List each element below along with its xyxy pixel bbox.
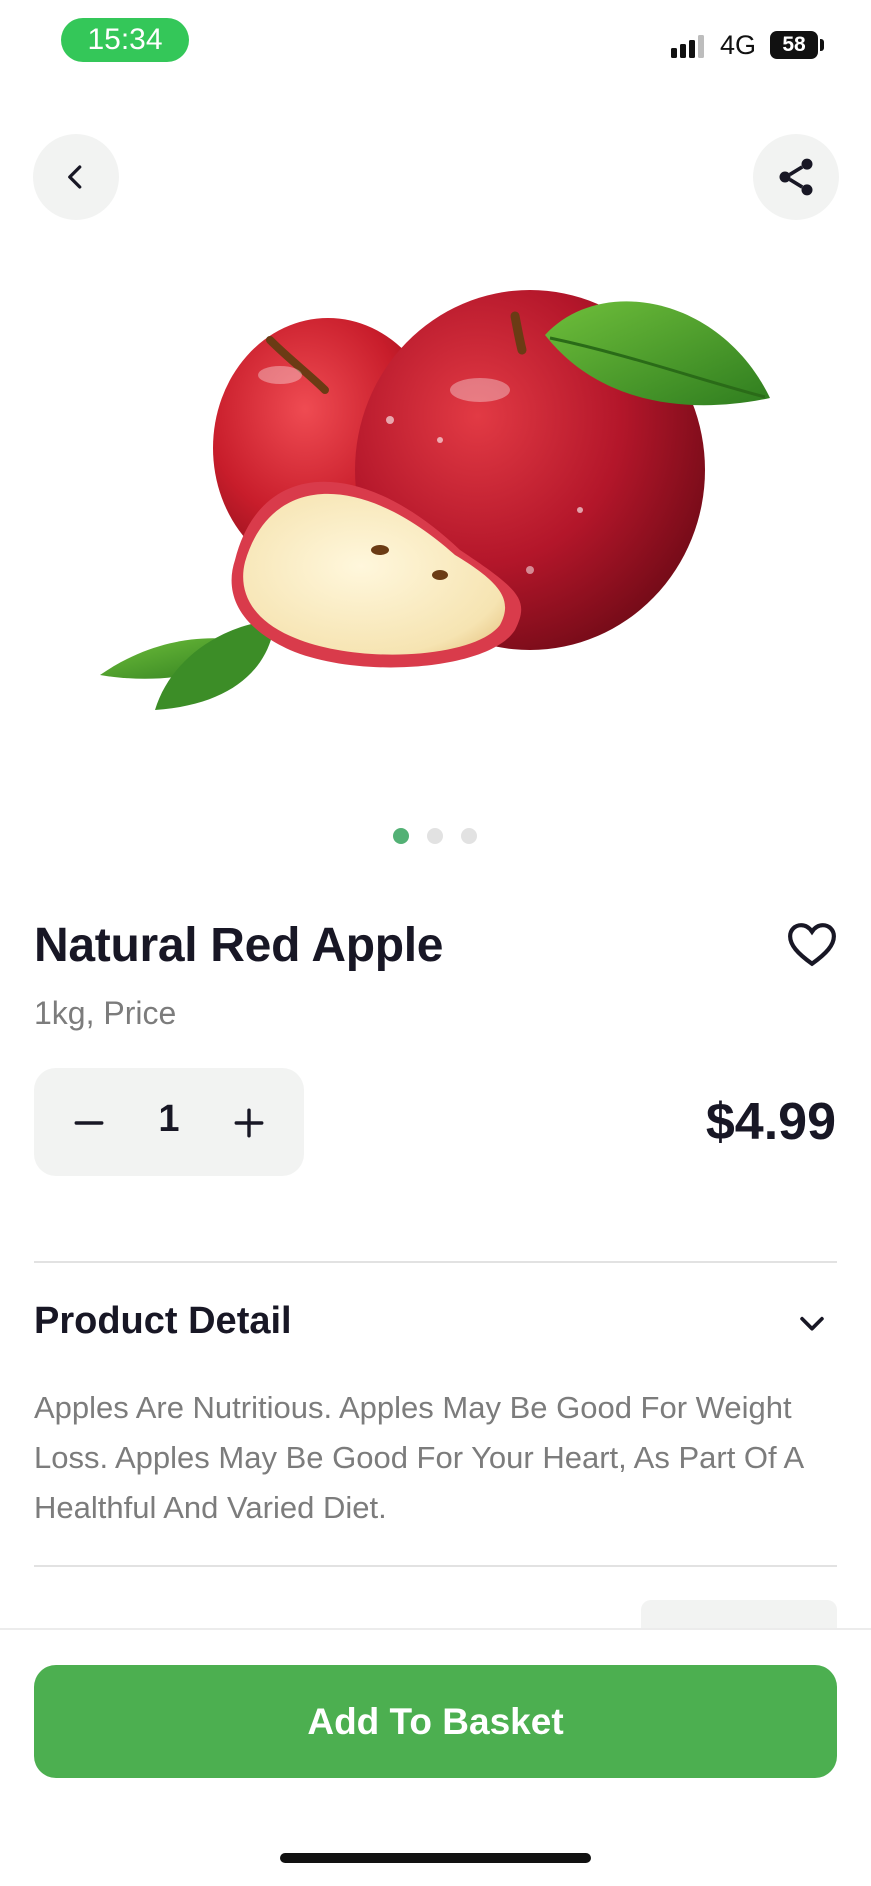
divider — [34, 1565, 837, 1567]
carousel-dot-2[interactable] — [427, 828, 443, 844]
carousel-dot-1[interactable] — [393, 828, 409, 844]
product-unit: 1kg, Price — [34, 995, 177, 1031]
product-detail-title[interactable]: Product Detail — [34, 1300, 292, 1343]
signal-strength-icon — [671, 35, 704, 58]
product-detail-text: Apples Are Nutritious. Apples May Be Goo… — [34, 1390, 803, 1525]
add-to-basket-button[interactable]: Add To Basket — [34, 1665, 837, 1778]
plus-icon[interactable] — [232, 1106, 266, 1140]
heart-outline-icon — [788, 923, 836, 967]
chevron-left-icon — [68, 165, 82, 189]
quantity-stepper: 1 — [34, 1068, 304, 1176]
product-title: Natural Red Apple — [34, 919, 444, 972]
back-button[interactable] — [33, 134, 119, 220]
apple-image — [100, 290, 770, 710]
product-price: $4.99 — [705, 1093, 836, 1151]
favorite-button[interactable] — [787, 922, 837, 968]
network-type: 4G — [720, 30, 757, 60]
battery-indicator: 58 — [770, 31, 818, 59]
battery-tip — [820, 39, 824, 51]
carousel-dot-3[interactable] — [461, 828, 477, 844]
home-indicator — [280, 1853, 591, 1863]
share-icon — [779, 158, 813, 196]
status-time: 15:34 — [61, 18, 189, 62]
divider — [34, 1261, 837, 1263]
share-button[interactable] — [753, 134, 839, 220]
chevron-down-icon[interactable] — [795, 1306, 829, 1340]
